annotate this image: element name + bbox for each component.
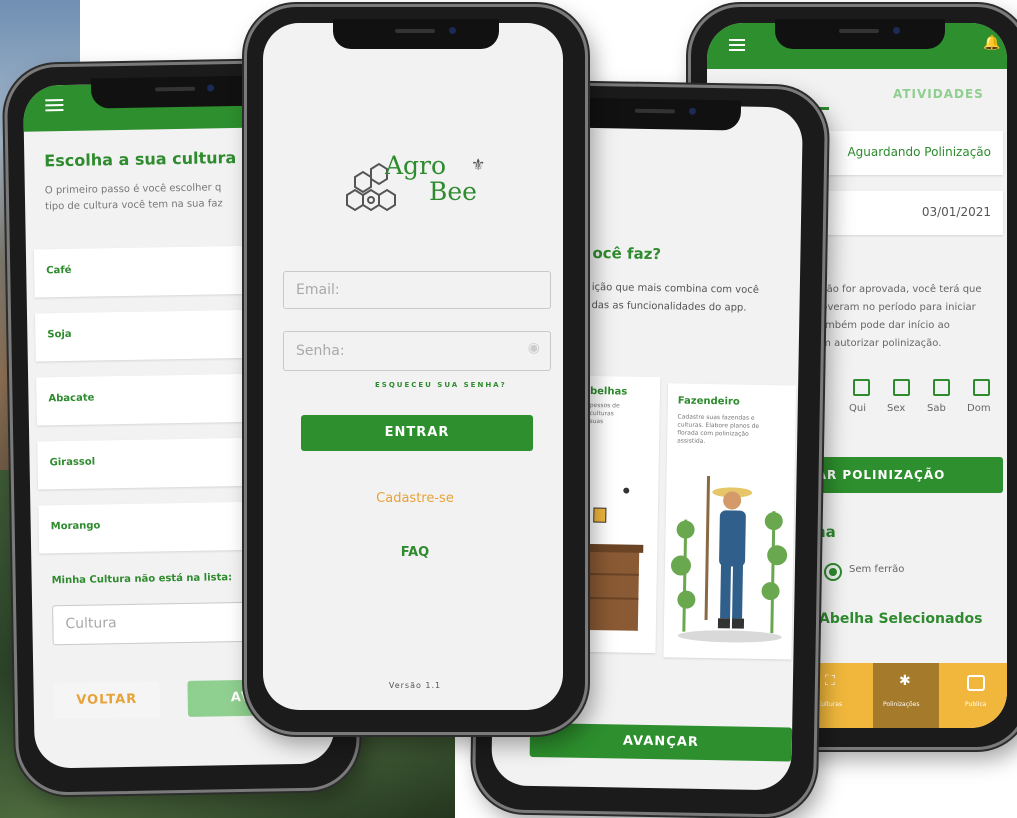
status-value: Aguardando Polinização — [847, 145, 991, 159]
phone-notch — [333, 19, 499, 49]
faq-link[interactable]: FAQ — [263, 545, 563, 560]
description-line-2: tipo de cultura você tem na sua faz — [45, 198, 223, 213]
info-line-3: também pode dar início ao — [815, 320, 950, 331]
forgot-password-link[interactable]: ESQUECEU SUA SENHA? — [375, 381, 507, 389]
tab-activities[interactable]: ATIVIDADES — [893, 87, 984, 101]
info-line-4: em autorizar polinização. — [815, 338, 942, 349]
menu-icon[interactable] — [45, 99, 64, 112]
info-line-1: ação for aprovada, você terá que — [815, 284, 982, 295]
back-button[interactable]: VOLTAR — [53, 681, 161, 720]
phone-notch — [570, 97, 742, 131]
checkbox-sex[interactable] — [893, 379, 910, 396]
not-listed-label: Minha Cultura não está na lista: — [51, 572, 233, 587]
phone-login: Agro Bee ⚜ Email: Senha: ◉ ESQUECEU SUA … — [244, 4, 588, 735]
bee-icon: ✱ — [899, 673, 911, 689]
culture-icon: ⛶ — [825, 673, 835, 689]
date-value: 03/01/2021 — [921, 205, 991, 219]
info-line-2: hoveram no período para iniciar — [815, 302, 976, 313]
card-farmer[interactable]: Fazendeiro Cadastre suas fazendas e cult… — [663, 383, 797, 660]
nav-item-polinizacoes[interactable]: ✱ Polinizações — [873, 663, 939, 728]
logo-text-line1: Agro — [385, 151, 447, 180]
next-button[interactable]: AVANÇAR — [529, 722, 793, 762]
email-field[interactable]: Email: — [283, 271, 551, 309]
bell-icon[interactable]: 🔔 — [983, 35, 1000, 51]
radio-label: Sem ferrão — [849, 564, 905, 575]
checkbox-qui[interactable] — [853, 379, 870, 396]
menu-icon[interactable] — [729, 39, 745, 51]
day-label-dom: Dom — [967, 403, 991, 414]
checkbox-dom[interactable] — [973, 379, 990, 396]
description-line-2: das as funcionalidades do app. — [591, 299, 747, 314]
nav-item-publicacoes[interactable]: Publica — [947, 663, 1007, 728]
beehive-illustration — [585, 487, 644, 631]
authorize-pollination-button[interactable]: ZAR POLINIZAÇÃO — [803, 457, 1003, 493]
login-button[interactable]: ENTRAR — [301, 415, 533, 451]
login-screen: Agro Bee ⚜ Email: Senha: ◉ ESQUECEU SUA … — [263, 23, 563, 710]
phone-notch — [775, 19, 945, 49]
agrobee-logo: Agro Bee ⚜ — [341, 151, 501, 221]
chat-icon — [967, 675, 985, 691]
page-title: ocê faz? — [592, 243, 662, 264]
logo-text-line2: Bee — [429, 177, 477, 206]
signup-link[interactable]: Cadastre-se — [263, 491, 563, 506]
description-line-1: O primeiro passo é você escolher q — [44, 182, 222, 197]
day-label-sex: Sex — [887, 403, 906, 414]
password-field[interactable]: Senha: ◉ — [283, 331, 551, 371]
radio-sem-ferrao[interactable] — [824, 563, 842, 581]
day-label-qui: Qui — [849, 403, 866, 414]
day-label-sab: Sab — [927, 403, 946, 414]
eye-icon[interactable]: ◉ — [528, 340, 540, 356]
description-line-1: ição que mais combina com você — [591, 281, 759, 296]
farmer-illustration — [670, 475, 788, 643]
checkbox-sab[interactable] — [933, 379, 950, 396]
phone-notch — [90, 75, 262, 109]
page-title: Escolha a sua cultura — [44, 148, 237, 171]
bee-icon: ⚜ — [471, 155, 486, 174]
selected-bees-title: Abelha Selecionados — [819, 611, 983, 627]
version-label: Versão 1.1 — [388, 681, 442, 690]
bottom-navigation: ⛶ Culturas ✱ Polinizações Publica — [803, 663, 1007, 728]
